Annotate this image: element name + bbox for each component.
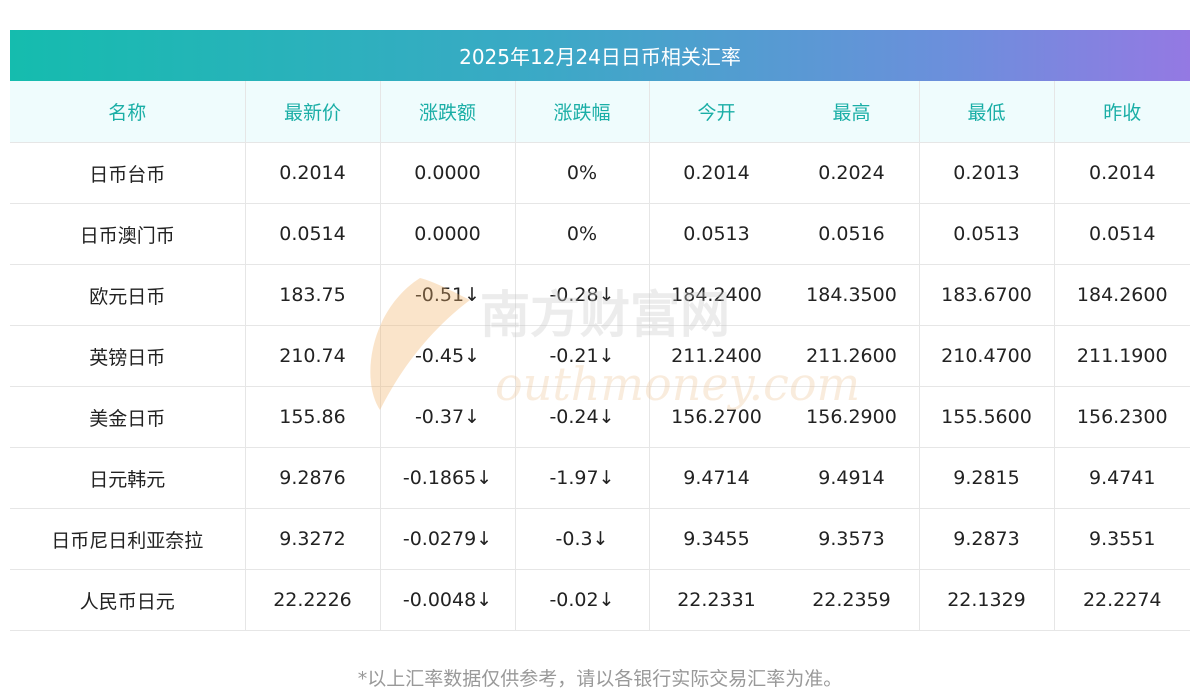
- cell-change: -0.45↓: [380, 325, 516, 387]
- column-latest-header: 最新价: [245, 81, 381, 143]
- column-change-header: 涨跌额: [380, 81, 516, 143]
- cell-latest: 210.74: [245, 325, 381, 387]
- cell-change: -0.0279↓: [380, 508, 516, 570]
- cell-name: 日币台币: [10, 142, 246, 204]
- cell-low: 0.2013: [919, 142, 1055, 204]
- cell-latest: 155.86: [245, 386, 381, 448]
- cell-open: 0.0513: [649, 203, 784, 265]
- table-row: 日元韩元 9.2876 -0.1865↓ -1.97↓ 9.4714 9.4914 9.28…: [10, 447, 1190, 509]
- cell-high: 9.4914: [784, 447, 920, 509]
- column-high-header: 最高: [784, 81, 920, 143]
- cell-high: 184.3500: [784, 264, 920, 326]
- cell-low: 183.6700: [919, 264, 1055, 326]
- cell-open: 0.2014: [649, 142, 784, 204]
- cell-open: 211.2400: [649, 325, 784, 387]
- column-name-header: 名称: [10, 81, 246, 143]
- cell-low: 22.1329: [919, 569, 1055, 631]
- cell-open: 9.3455: [649, 508, 784, 570]
- cell-open: 22.2331: [649, 569, 784, 631]
- cell-latest: 0.2014: [245, 142, 381, 204]
- column-pct-header: 涨跌幅: [515, 81, 650, 143]
- table-row: 美金日币 155.86 -0.37↓ -0.24↓ 156.2700 156.2900 15…: [10, 386, 1190, 448]
- column-prev-header: 昨收: [1054, 81, 1190, 143]
- table-row: 日币澳门币 0.0514 0.0000 0% 0.0513 0.0516 0.0513 0.0…: [10, 203, 1190, 265]
- cell-name: 日元韩元: [10, 447, 246, 509]
- cell-high: 22.2359: [784, 569, 920, 631]
- cell-latest: 9.3272: [245, 508, 381, 570]
- cell-low: 210.4700: [919, 325, 1055, 387]
- cell-change: -0.37↓: [380, 386, 516, 448]
- cell-high: 9.3573: [784, 508, 920, 570]
- cell-prev: 0.0514: [1054, 203, 1190, 265]
- cell-name: 人民币日元: [10, 569, 246, 631]
- cell-prev: 22.2274: [1054, 569, 1190, 631]
- cell-prev: 0.2014: [1054, 142, 1190, 204]
- cell-prev: 9.4741: [1054, 447, 1190, 509]
- cell-pct: -1.97↓: [515, 447, 650, 509]
- column-low-header: 最低: [919, 81, 1055, 143]
- cell-open: 9.4714: [649, 447, 784, 509]
- table-row: 日币台币 0.2014 0.0000 0% 0.2014 0.2024 0.2013 0.20…: [10, 142, 1190, 204]
- rates-panel: 2025年12月24日日币相关汇率 名称 最新价 涨跌额 涨跌幅 今开 最高 最低 昨收 日币…: [10, 30, 1190, 631]
- cell-pct: -0.21↓: [515, 325, 650, 387]
- cell-low: 155.5600: [919, 386, 1055, 448]
- cell-high: 0.0516: [784, 203, 920, 265]
- cell-low: 0.0513: [919, 203, 1055, 265]
- cell-prev: 211.1900: [1054, 325, 1190, 387]
- cell-pct: -0.28↓: [515, 264, 650, 326]
- cell-change: 0.0000: [380, 142, 516, 204]
- cell-high: 211.2600: [784, 325, 920, 387]
- cell-name: 欧元日币: [10, 264, 246, 326]
- cell-name: 美金日币: [10, 386, 246, 448]
- cell-high: 156.2900: [784, 386, 920, 448]
- cell-change: -0.1865↓: [380, 447, 516, 509]
- cell-change: 0.0000: [380, 203, 516, 265]
- table-row: 欧元日币 183.75 -0.51↓ -0.28↓ 184.2400 184.3500 18…: [10, 264, 1190, 326]
- table-row: 人民币日元 22.2226 -0.0048↓ -0.02↓ 22.2331 22.2359…: [10, 569, 1190, 631]
- disclaimer-footnote: *以上汇率数据仅供参考，请以各银行实际交易汇率为准。: [357, 668, 843, 690]
- cell-change: -0.0048↓: [380, 569, 516, 631]
- table-row: 日币尼日利亚奈拉 9.3272 -0.0279↓ -0.3↓ 9.3455 9.3573 9…: [10, 508, 1190, 570]
- cell-low: 9.2815: [919, 447, 1055, 509]
- cell-prev: 184.2600: [1054, 264, 1190, 326]
- cell-name: 日币尼日利亚奈拉: [10, 508, 246, 570]
- cell-open: 156.2700: [649, 386, 784, 448]
- cell-prev: 156.2300: [1054, 386, 1190, 448]
- cell-name: 英镑日币: [10, 325, 246, 387]
- cell-latest: 0.0514: [245, 203, 381, 265]
- cell-pct: -0.24↓: [515, 386, 650, 448]
- cell-latest: 9.2876: [245, 447, 381, 509]
- cell-high: 0.2024: [784, 142, 920, 204]
- cell-open: 184.2400: [649, 264, 784, 326]
- cell-low: 9.2873: [919, 508, 1055, 570]
- cell-change: -0.51↓: [380, 264, 516, 326]
- cell-latest: 22.2226: [245, 569, 381, 631]
- table-header-row: 名称 最新价 涨跌额 涨跌幅 今开 最高 最低 昨收: [10, 81, 1190, 143]
- table-row: 英镑日币 210.74 -0.45↓ -0.21↓ 211.2400 211.2600 21…: [10, 325, 1190, 387]
- cell-pct: -0.02↓: [515, 569, 650, 631]
- cell-pct: 0%: [515, 203, 650, 265]
- cell-pct: 0%: [515, 142, 650, 204]
- cell-latest: 183.75: [245, 264, 381, 326]
- exchange-rate-table: 名称 最新价 涨跌额 涨跌幅 今开 最高 最低 昨收 日币台币 0.2014 0.0000 0% 0.…: [10, 81, 1190, 631]
- cell-name: 日币澳门币: [10, 203, 246, 265]
- table-title: 2025年12月24日日币相关汇率: [10, 30, 1190, 81]
- column-open-header: 今开: [649, 81, 784, 143]
- cell-pct: -0.3↓: [515, 508, 650, 570]
- cell-prev: 9.3551: [1054, 508, 1190, 570]
